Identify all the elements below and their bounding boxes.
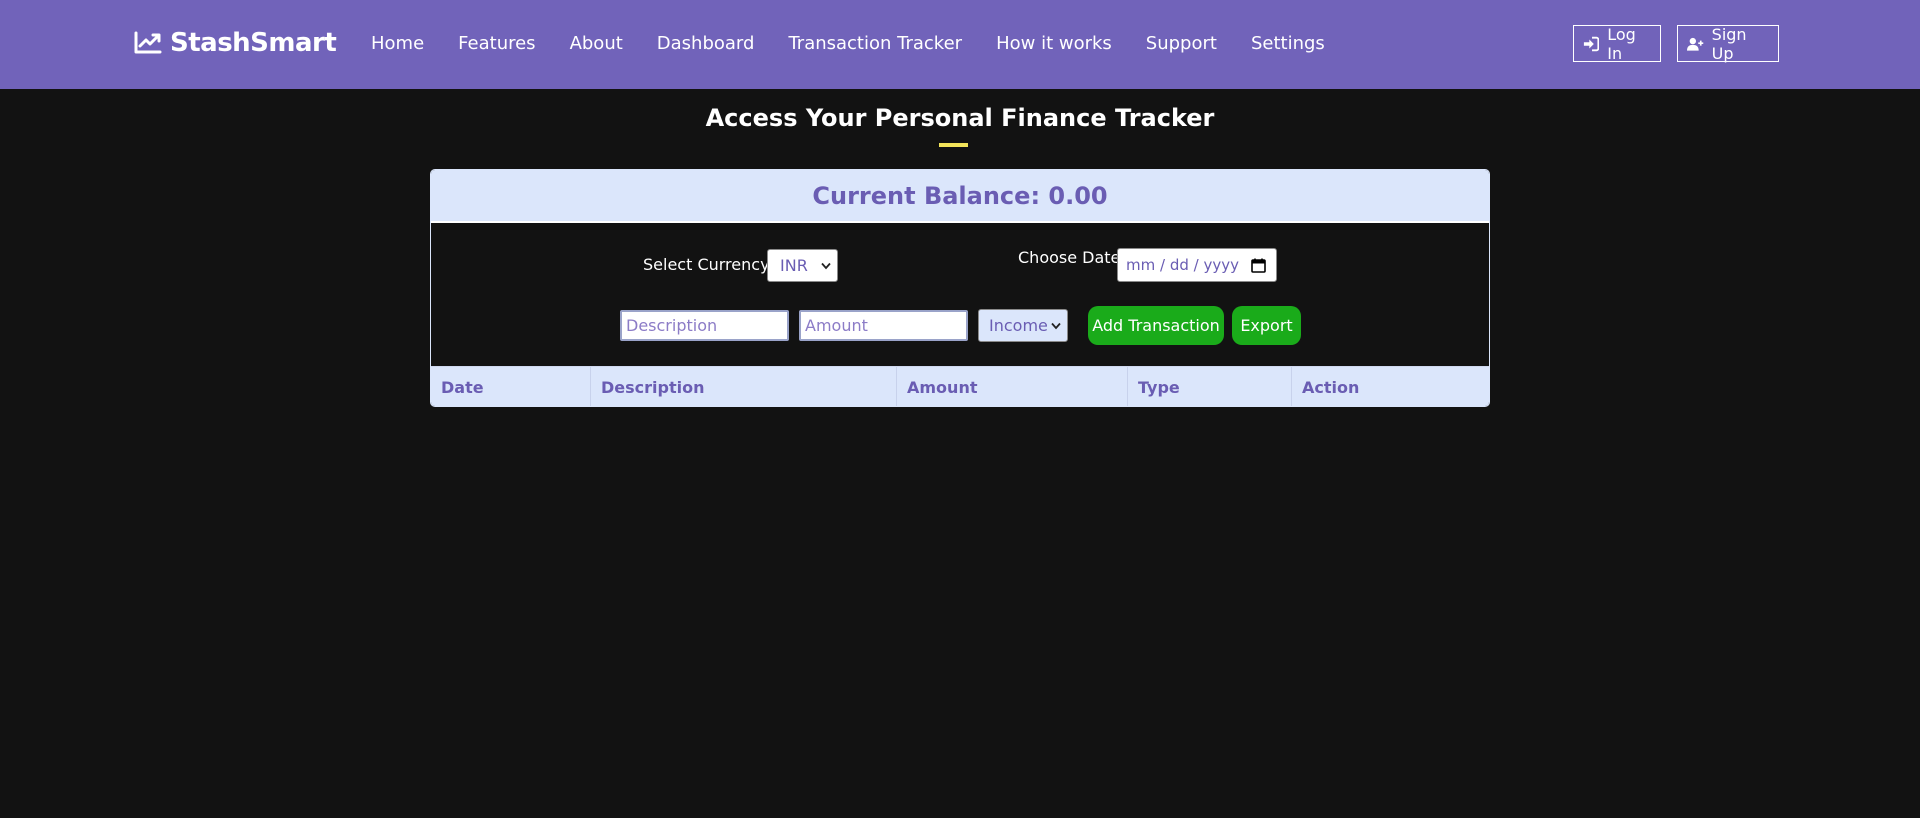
add-transaction-button[interactable]: Add Transaction bbox=[1088, 306, 1224, 345]
transaction-type-select[interactable]: Income bbox=[978, 309, 1068, 342]
date-label: Choose Date: bbox=[1018, 248, 1126, 267]
finance-tracker-card: Current Balance: 0.00 Select Currency: I… bbox=[430, 169, 1490, 407]
calendar-icon[interactable] bbox=[1251, 258, 1266, 273]
current-balance: Current Balance: 0.00 bbox=[431, 170, 1489, 223]
transactions-table-header: Date Description Amount Type Action bbox=[431, 366, 1489, 406]
amount-input[interactable]: Amount bbox=[799, 310, 968, 341]
date-placeholder: mm / dd / yyyy bbox=[1126, 256, 1239, 274]
nav-link-home[interactable]: Home bbox=[371, 31, 424, 57]
nav-link-support[interactable]: Support bbox=[1146, 31, 1217, 57]
column-header-date: Date bbox=[431, 367, 591, 406]
brand-name: StashSmart bbox=[170, 28, 337, 58]
nav-link-about[interactable]: About bbox=[570, 31, 623, 57]
page-title: Access Your Personal Finance Tracker bbox=[705, 104, 1215, 132]
nav-links: Home Features About Dashboard Transactio… bbox=[371, 31, 1359, 57]
description-placeholder: Description bbox=[626, 316, 718, 335]
column-header-type: Type bbox=[1128, 367, 1292, 406]
user-plus-icon bbox=[1687, 37, 1704, 51]
currency-value: INR bbox=[780, 256, 808, 275]
nav-link-how-it-works[interactable]: How it works bbox=[996, 31, 1112, 57]
signup-label: Sign Up bbox=[1711, 24, 1747, 63]
description-input[interactable]: Description bbox=[620, 310, 789, 341]
column-header-action: Action bbox=[1302, 377, 1360, 397]
nav-link-dashboard[interactable]: Dashboard bbox=[657, 31, 755, 57]
currency-select[interactable]: INR bbox=[767, 249, 838, 282]
login-button[interactable]: Log In bbox=[1573, 24, 1661, 63]
chart-line-icon bbox=[134, 31, 162, 54]
nav-link-settings[interactable]: Settings bbox=[1251, 31, 1325, 57]
nav-link-features[interactable]: Features bbox=[458, 31, 535, 57]
amount-placeholder: Amount bbox=[805, 316, 868, 335]
top-navbar: StashSmart Home Features About Dashboard… bbox=[0, 0, 1920, 89]
chevron-down-icon bbox=[821, 262, 831, 269]
brand-logo[interactable]: StashSmart bbox=[134, 28, 337, 58]
column-header-description: Description bbox=[591, 367, 897, 406]
signup-button[interactable]: Sign Up bbox=[1677, 24, 1779, 63]
sign-in-icon bbox=[1583, 36, 1600, 51]
export-button[interactable]: Export bbox=[1232, 306, 1301, 345]
login-label: Log In bbox=[1607, 24, 1636, 63]
nav-link-transaction-tracker[interactable]: Transaction Tracker bbox=[788, 31, 962, 57]
title-underline bbox=[939, 143, 968, 147]
chevron-down-icon bbox=[1051, 322, 1061, 329]
currency-label: Select Currency: bbox=[643, 255, 774, 274]
transaction-type-value: Income bbox=[989, 316, 1048, 335]
date-input[interactable]: mm / dd / yyyy bbox=[1117, 248, 1277, 282]
column-header-amount: Amount bbox=[897, 367, 1128, 406]
